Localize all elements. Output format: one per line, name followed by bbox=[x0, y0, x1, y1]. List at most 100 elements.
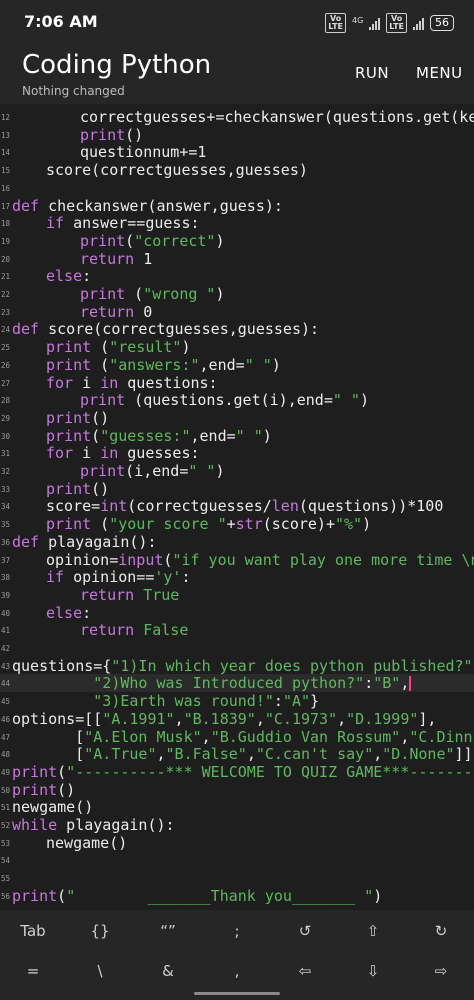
code-line[interactable]: 34 score=int(correctguesses/len(questions… bbox=[0, 497, 474, 515]
code-line[interactable]: 23 return 0 bbox=[0, 303, 474, 321]
arrow-left-icon[interactable]: ⇦ bbox=[280, 962, 330, 980]
code-string: " " bbox=[332, 391, 360, 410]
backslash-key[interactable]: \ bbox=[75, 962, 125, 980]
comma-key[interactable]: , bbox=[212, 962, 262, 980]
code-token: playagain(): bbox=[57, 816, 175, 834]
line-number: 17 bbox=[1, 201, 11, 211]
code-keyword: def bbox=[12, 320, 40, 339]
code-string: " _______Thank you_______ " bbox=[66, 886, 374, 905]
code-line[interactable]: 37 opinion=input("if you want play one mo… bbox=[0, 551, 474, 569]
code-line[interactable]: 22 print ("wrong ") bbox=[0, 285, 474, 303]
code-line[interactable]: 54 bbox=[0, 851, 474, 869]
code-line[interactable]: 55 bbox=[0, 869, 474, 887]
code-line[interactable]: 26 print ("answers:",end=" ") bbox=[0, 356, 474, 374]
arrow-right-icon[interactable]: ⇨ bbox=[416, 962, 466, 980]
menu-button[interactable]: MENU bbox=[416, 64, 463, 82]
line-number: 15 bbox=[1, 166, 11, 176]
code-string: "----------*** WELCOME TO QUIZ GAME***--… bbox=[66, 762, 474, 781]
code-line[interactable]: 39 return True bbox=[0, 586, 474, 604]
code-line[interactable]: 56 print(" _______Thank you_______ ") bbox=[0, 887, 474, 905]
redo-icon[interactable]: ↻ bbox=[416, 922, 466, 940]
code-text: else: bbox=[46, 267, 91, 285]
code-line[interactable]: 50 print() bbox=[0, 781, 474, 799]
line-number: 52 bbox=[1, 821, 11, 830]
code-token: , bbox=[174, 709, 184, 728]
arrow-down-icon[interactable]: ⇩ bbox=[348, 962, 398, 980]
code-line[interactable]: 14 questionnum+=1 bbox=[0, 143, 474, 161]
code-text: if answer==guess: bbox=[46, 214, 200, 232]
code-line[interactable]: 45 "3)Earth was round!":"A"} bbox=[0, 692, 474, 710]
code-line[interactable]: 16 bbox=[0, 179, 474, 197]
code-line[interactable]: 21 else: bbox=[0, 267, 474, 285]
code-token: questions={ bbox=[12, 656, 112, 675]
code-line[interactable]: 12 correctguesses+=checkanswer(questions.… bbox=[0, 108, 474, 126]
code-line[interactable]: 32 print(i,end=" ") bbox=[0, 462, 474, 480]
code-token: (questions.get(i),end= bbox=[125, 391, 333, 410]
code-line[interactable]: 20 return 1 bbox=[0, 250, 474, 268]
code-string: "1)In which year does python published?" bbox=[111, 656, 473, 675]
code-line[interactable]: 25 print ("result") bbox=[0, 338, 474, 356]
code-text: questions={"1)In which year does python … bbox=[12, 657, 474, 675]
shift-up-icon[interactable]: ⇧ bbox=[348, 922, 398, 940]
undo-icon[interactable]: ↺ bbox=[280, 922, 330, 940]
code-line[interactable]: 29 print() bbox=[0, 409, 474, 427]
braces-key[interactable]: {} bbox=[75, 922, 125, 940]
code-line[interactable]: 24 def score(correctguesses,guesses): bbox=[0, 320, 474, 338]
code-line[interactable]: 53 newgame() bbox=[0, 834, 474, 852]
equals-key[interactable]: = bbox=[8, 962, 58, 980]
code-token: ( bbox=[125, 285, 144, 303]
code-line[interactable]: 49 print("----------*** WELCOME TO QUIZ G… bbox=[0, 763, 474, 781]
code-line[interactable]: 31 for i in guesses: bbox=[0, 444, 474, 462]
code-token: ( bbox=[57, 762, 67, 781]
code-line[interactable]: 18 if answer==guess: bbox=[0, 214, 474, 232]
code-token: : bbox=[181, 568, 191, 587]
code-string: "A.Elon Musk" bbox=[84, 727, 202, 746]
code-line[interactable]: 51 newgame() bbox=[0, 798, 474, 816]
code-line[interactable]: 27 for i in questions: bbox=[0, 374, 474, 392]
code-token: , bbox=[400, 674, 410, 693]
code-line[interactable]: 28 print (questions.get(i),end=" ") bbox=[0, 391, 474, 409]
code-line[interactable]: 47 ["A.Elon Musk","B.Guddio Van Rossum",… bbox=[0, 728, 474, 746]
code-line[interactable]: 44 "2)Who was Introduced python?":"B", bbox=[0, 674, 474, 693]
quotes-key[interactable]: “” bbox=[143, 922, 193, 940]
code-line[interactable]: 30 print("guesses:",end=" ") bbox=[0, 427, 474, 445]
code-line[interactable]: 38 if opinion=='y': bbox=[0, 568, 474, 586]
code-string: " " bbox=[188, 462, 216, 480]
semicolon-key[interactable]: ; bbox=[212, 922, 262, 940]
line-number: 50 bbox=[1, 785, 11, 795]
text-cursor bbox=[409, 676, 412, 692]
code-line[interactable]: 41 return False bbox=[0, 621, 474, 639]
home-indicator[interactable] bbox=[194, 992, 280, 995]
code-line[interactable]: 36 def playagain(): bbox=[0, 533, 474, 551]
code-string: " " bbox=[235, 426, 263, 445]
code-text: print(" _______Thank you_______ ") bbox=[12, 887, 382, 905]
code-line[interactable]: 15 score(correctguesses,guesses) bbox=[0, 161, 474, 179]
code-line[interactable]: 35 print ("your score "+str(score)+"%") bbox=[0, 515, 474, 533]
code-line[interactable]: 13 print() bbox=[0, 126, 474, 144]
code-keyword: def bbox=[12, 532, 40, 551]
code-keyword: else bbox=[46, 603, 83, 622]
code-string: "if you want play one more time \nenter … bbox=[172, 550, 474, 569]
line-number: 33 bbox=[1, 484, 11, 494]
code-line[interactable]: 42 bbox=[0, 639, 474, 657]
ampersand-key[interactable]: & bbox=[143, 962, 193, 980]
code-line[interactable]: 17 def checkanswer(answer,guess): bbox=[0, 197, 474, 215]
status-icons: Vo LTE 4G Vo LTE 56 bbox=[325, 13, 454, 33]
code-text: print("correct") bbox=[80, 232, 225, 250]
tab-key[interactable]: Tab bbox=[8, 922, 58, 940]
code-line[interactable]: 19 print("correct") bbox=[0, 232, 474, 250]
code-line[interactable]: 33 print() bbox=[0, 480, 474, 498]
code-line[interactable]: 52 while playagain(): bbox=[0, 816, 474, 834]
code-line[interactable]: 43 questions={"1)In which year does pytho… bbox=[0, 657, 474, 675]
code-line[interactable]: 48 ["A.True","B.False","C.can't say","D.… bbox=[0, 745, 474, 763]
code-line[interactable]: 40 else: bbox=[0, 604, 474, 622]
code-text: print("----------*** WELCOME TO QUIZ GAM… bbox=[12, 763, 474, 781]
run-button[interactable]: RUN bbox=[355, 64, 389, 82]
code-keyword: print bbox=[46, 338, 92, 357]
code-token: ) bbox=[215, 462, 225, 480]
code-line[interactable]: 46 options=[["A.1991","B.1839","C.1973","… bbox=[0, 710, 474, 728]
code-editor[interactable]: 12 correctguesses+=checkanswer(questions.… bbox=[0, 104, 474, 910]
code-token: ) bbox=[215, 231, 225, 250]
